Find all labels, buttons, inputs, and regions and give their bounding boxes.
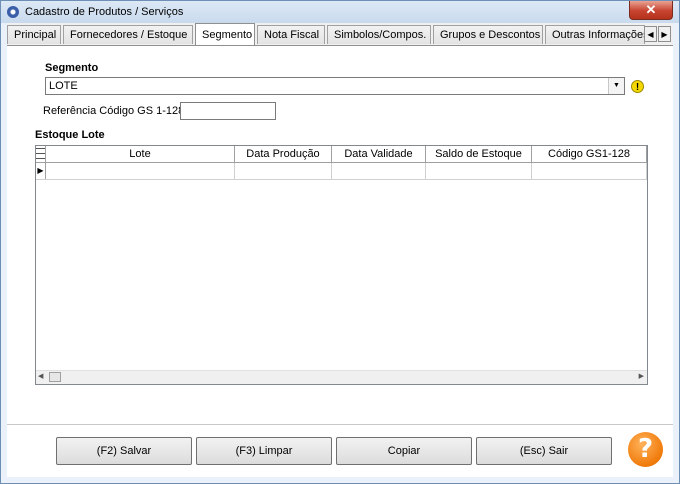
- grid-menu-icon[interactable]: [36, 146, 46, 162]
- tab-simbolos-compos[interactable]: Simbolos/Compos.: [327, 25, 431, 44]
- tab-grupos-descontos[interactable]: Grupos e Descontos: [433, 25, 543, 44]
- gs1-reference-label: Referência Código GS 1-128:: [43, 105, 188, 117]
- divider: [7, 424, 673, 425]
- horizontal-scrollbar[interactable]: ◀ ▶: [36, 370, 647, 384]
- app-icon: [7, 6, 19, 18]
- cell-lote[interactable]: [46, 163, 235, 179]
- cell-codigo-gs1[interactable]: [532, 163, 647, 179]
- exit-button[interactable]: (Esc) Sair: [476, 437, 612, 465]
- grid-header: Lote Data Produção Data Validade Saldo d…: [36, 146, 647, 163]
- tab-strip: Principal Fornecedores / Estoque Segment…: [7, 23, 673, 46]
- estoque-lote-label: Estoque Lote: [35, 129, 105, 141]
- close-button[interactable]: ✕: [629, 1, 673, 20]
- table-row[interactable]: ▶: [36, 163, 647, 180]
- tab-principal[interactable]: Principal: [7, 25, 61, 44]
- estoque-lote-grid: Lote Data Produção Data Validade Saldo d…: [35, 145, 648, 385]
- copy-button[interactable]: Copiar: [336, 437, 472, 465]
- col-header-codigo-gs1[interactable]: Código GS1-128: [532, 146, 647, 162]
- tab-scroll-left-icon[interactable]: ◀: [644, 26, 657, 42]
- help-icon[interactable]: ?: [628, 432, 663, 467]
- col-header-saldo-estoque[interactable]: Saldo de Estoque: [426, 146, 532, 162]
- app-window: Cadastro de Produtos / Serviços ✕ Princi…: [0, 0, 680, 484]
- row-indicator-icon: ▶: [36, 163, 46, 179]
- tab-scroll-right-icon[interactable]: ▶: [658, 26, 671, 42]
- tab-fornecedores-estoque[interactable]: Fornecedores / Estoque: [63, 25, 193, 44]
- warning-icon: !: [631, 80, 644, 93]
- tab-nota-fiscal[interactable]: Nota Fiscal: [257, 25, 325, 44]
- tab-outras-informacoes[interactable]: Outras Informações: [545, 25, 645, 44]
- col-header-data-validade[interactable]: Data Validade: [332, 146, 426, 162]
- tab-segmento[interactable]: Segmento: [195, 23, 255, 45]
- scroll-right-icon[interactable]: ▶: [639, 372, 644, 380]
- title-bar: Cadastro de Produtos / Serviços ✕: [1, 1, 679, 23]
- cell-data-validade[interactable]: [332, 163, 426, 179]
- cell-saldo-estoque[interactable]: [426, 163, 532, 179]
- col-header-data-producao[interactable]: Data Produção: [235, 146, 332, 162]
- window-title: Cadastro de Produtos / Serviços: [25, 6, 184, 18]
- segmento-label: Segmento: [45, 62, 99, 74]
- cell-data-producao[interactable]: [235, 163, 332, 179]
- segmento-select[interactable]: LOTE ▼: [45, 77, 625, 95]
- gs1-reference-input[interactable]: [180, 102, 276, 120]
- scrollbar-thumb[interactable]: [49, 372, 61, 382]
- col-header-lote[interactable]: Lote: [46, 146, 235, 162]
- clear-button[interactable]: (F3) Limpar: [196, 437, 332, 465]
- form-client-area: Principal Fornecedores / Estoque Segment…: [7, 23, 673, 477]
- scroll-left-icon[interactable]: ◀: [38, 372, 43, 380]
- segmento-value: LOTE: [49, 80, 78, 92]
- save-button[interactable]: (F2) Salvar: [56, 437, 192, 465]
- chevron-down-icon[interactable]: ▼: [608, 78, 624, 94]
